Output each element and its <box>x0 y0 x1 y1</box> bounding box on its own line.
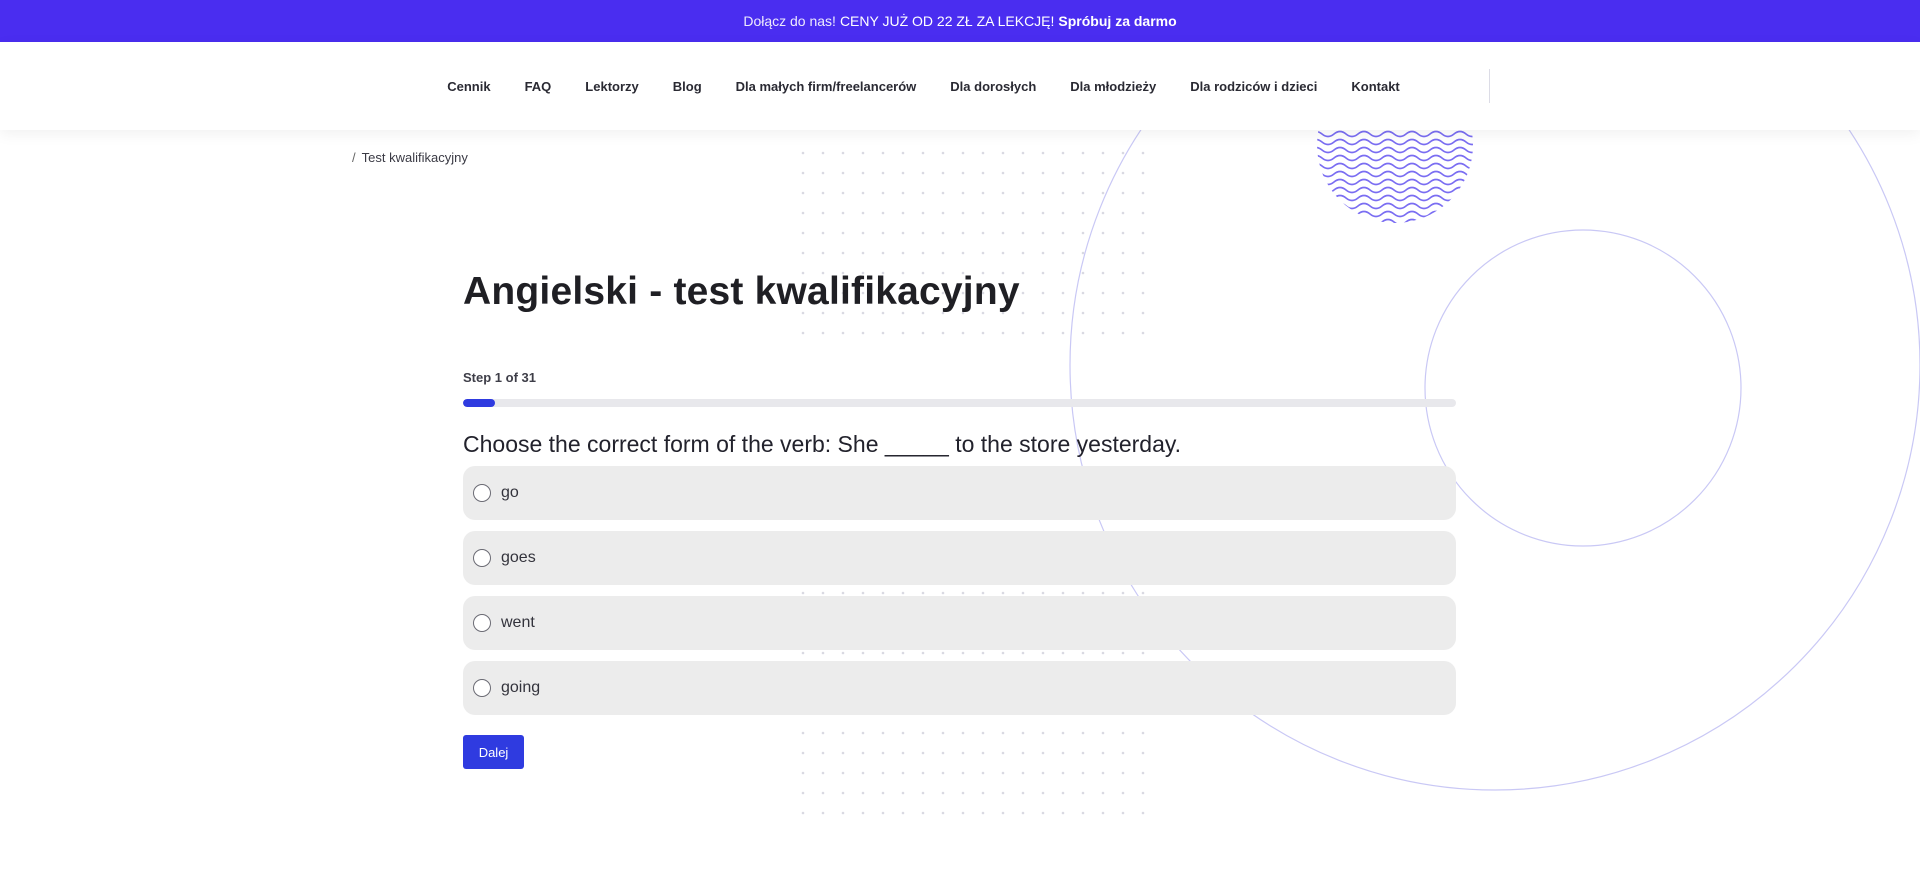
radio-button[interactable] <box>473 614 491 632</box>
progress-bar-fill <box>463 399 495 407</box>
test-container: Angielski - test kwalifikacyjny Step 1 o… <box>463 270 1456 769</box>
small-outline-circle <box>1424 229 1742 547</box>
nav-item-contact[interactable]: Kontakt <box>1334 79 1416 94</box>
question-text: Choose the correct form of the verb: She… <box>463 431 1182 457</box>
nav-item-adults[interactable]: Dla dorosłych <box>933 79 1053 94</box>
promo-bar: Dołącz do nas! CENY JUŻ OD 22 ZŁ ZA LEKC… <box>0 0 1920 42</box>
answer-option-go[interactable]: go <box>463 466 1456 520</box>
breadcrumb-separator: / <box>352 150 356 165</box>
nav-item-youth[interactable]: Dla młodzieży <box>1053 79 1173 94</box>
answer-option-went[interactable]: went <box>463 596 1456 650</box>
main-navigation: Cennik FAQ Lektorzy Blog Dla małych firm… <box>0 42 1920 130</box>
wave-pattern <box>1317 130 1473 223</box>
answer-option-going[interactable]: going <box>463 661 1456 715</box>
answer-option-label: went <box>501 614 535 631</box>
breadcrumb-current: Test kwalifikacyjny <box>361 150 468 165</box>
progress-bar <box>463 399 1456 407</box>
promo-price: CENY JUŻ OD 22 ZŁ ZA LEKCJĘ! <box>839 13 1055 29</box>
nav-item-parents-kids[interactable]: Dla rodziców i dzieci <box>1173 79 1334 94</box>
answer-option-label: goes <box>501 549 536 566</box>
nav-divider <box>1488 69 1490 103</box>
breadcrumb: / Test kwalifikacyjny <box>352 150 468 165</box>
nav-item-small-business[interactable]: Dla małych firm/freelancerów <box>719 79 934 94</box>
answer-option-label: going <box>501 679 541 696</box>
next-button[interactable]: Dalej <box>463 735 524 769</box>
nav-links: Cennik FAQ Lektorzy Blog Dla małych firm… <box>430 69 1490 103</box>
answer-options: go goes went going <box>463 466 1456 715</box>
answer-option-label: go <box>501 484 519 501</box>
nav-item-faq[interactable]: FAQ <box>508 79 569 94</box>
radio-button[interactable] <box>473 549 491 567</box>
promo-cta-link[interactable]: Spróbuj za darmo <box>1058 13 1176 29</box>
nav-item-cennik[interactable]: Cennik <box>430 79 507 94</box>
radio-button[interactable] <box>473 679 491 697</box>
step-counter: Step 1 of 31 <box>463 370 536 385</box>
promo-intro: Dołącz do nas! <box>743 13 836 29</box>
answer-option-goes[interactable]: goes <box>463 531 1456 585</box>
nav-item-lektorzy[interactable]: Lektorzy <box>568 79 655 94</box>
radio-button[interactable] <box>473 484 491 502</box>
page-title: Angielski - test kwalifikacyjny <box>463 270 1020 313</box>
nav-item-blog[interactable]: Blog <box>656 79 719 94</box>
